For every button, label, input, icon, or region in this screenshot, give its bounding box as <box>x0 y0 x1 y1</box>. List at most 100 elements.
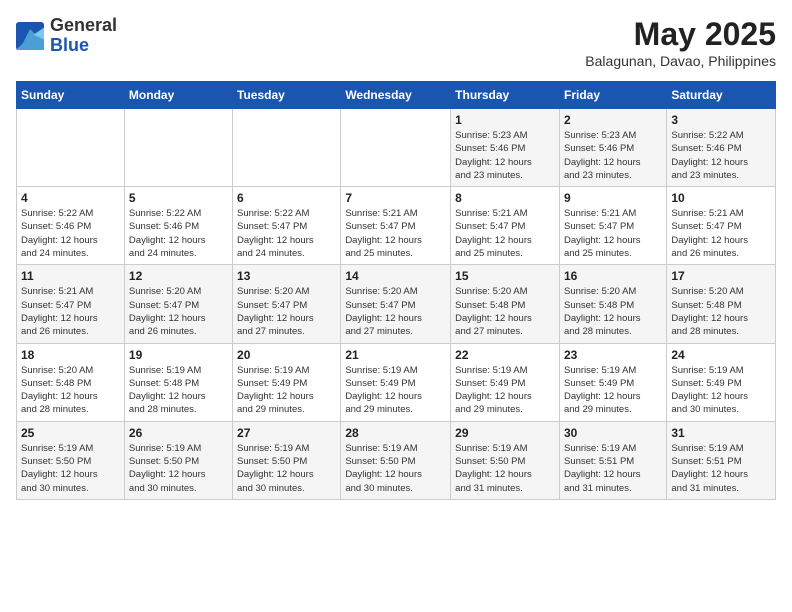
day-info: Sunrise: 5:22 AM Sunset: 5:46 PM Dayligh… <box>21 207 120 260</box>
day-number: 14 <box>345 269 446 283</box>
day-info: Sunrise: 5:19 AM Sunset: 5:50 PM Dayligh… <box>237 442 336 495</box>
calendar-cell: 17 Sunrise: 5:20 AM Sunset: 5:48 PM Dayli… <box>667 265 776 343</box>
day-info: Sunrise: 5:21 AM Sunset: 5:47 PM Dayligh… <box>455 207 555 260</box>
calendar-cell: 9 Sunrise: 5:21 AM Sunset: 5:47 PM Daylig… <box>559 187 666 265</box>
calendar-cell: 16Sunrise: 5:20 AM Sunset: 5:48 PM Dayli… <box>559 265 666 343</box>
day-number: 26 <box>129 426 228 440</box>
calendar-cell: 13Sunrise: 5:20 AM Sunset: 5:47 PM Dayli… <box>233 265 341 343</box>
day-number: 24 <box>671 348 771 362</box>
calendar-cell: 6 Sunrise: 5:22 AM Sunset: 5:47 PM Daylig… <box>233 187 341 265</box>
calendar-table: SundayMondayTuesdayWednesdayThursdayFrid… <box>16 81 776 500</box>
weekday-header-sunday: Sunday <box>17 82 125 109</box>
day-info: Sunrise: 5:21 AM Sunset: 5:47 PM Dayligh… <box>345 207 446 260</box>
location: Balagunan, Davao, Philippines <box>585 53 776 69</box>
week-row-2: 4 Sunrise: 5:22 AM Sunset: 5:46 PM Daylig… <box>17 187 776 265</box>
day-number: 6 <box>237 191 336 205</box>
day-info: Sunrise: 5:19 AM Sunset: 5:49 PM Dayligh… <box>345 364 446 417</box>
calendar-cell: 14 Sunrise: 5:20 AM Sunset: 5:47 PM Dayli… <box>341 265 451 343</box>
week-row-5: 25 Sunrise: 5:19 AM Sunset: 5:50 PM Dayli… <box>17 421 776 499</box>
weekday-header-wednesday: Wednesday <box>341 82 451 109</box>
logo-general: General <box>50 16 117 36</box>
day-info: Sunrise: 5:19 AM Sunset: 5:50 PM Dayligh… <box>129 442 228 495</box>
calendar-cell: 4 Sunrise: 5:22 AM Sunset: 5:46 PM Daylig… <box>17 187 125 265</box>
day-number: 15 <box>455 269 555 283</box>
calendar-cell: 18 Sunrise: 5:20 AM Sunset: 5:48 PM Dayli… <box>17 343 125 421</box>
calendar-cell: 23 Sunrise: 5:19 AM Sunset: 5:49 PM Dayli… <box>559 343 666 421</box>
day-info: Sunrise: 5:19 AM Sunset: 5:51 PM Dayligh… <box>671 442 771 495</box>
day-number: 5 <box>129 191 228 205</box>
day-number: 30 <box>564 426 662 440</box>
day-info: Sunrise: 5:20 AM Sunset: 5:47 PM Dayligh… <box>237 285 336 338</box>
calendar-cell <box>341 109 451 187</box>
calendar-cell: 26 Sunrise: 5:19 AM Sunset: 5:50 PM Dayli… <box>124 421 232 499</box>
day-info: Sunrise: 5:22 AM Sunset: 5:47 PM Dayligh… <box>237 207 336 260</box>
logo-text: General Blue <box>50 16 117 56</box>
day-number: 2 <box>564 113 662 127</box>
day-number: 28 <box>345 426 446 440</box>
day-number: 11 <box>21 269 120 283</box>
weekday-header-friday: Friday <box>559 82 666 109</box>
day-number: 9 <box>564 191 662 205</box>
calendar-cell: 30 Sunrise: 5:19 AM Sunset: 5:51 PM Dayli… <box>559 421 666 499</box>
day-number: 22 <box>455 348 555 362</box>
day-info: Sunrise: 5:19 AM Sunset: 5:49 PM Dayligh… <box>671 364 771 417</box>
calendar-cell: 12 Sunrise: 5:20 AM Sunset: 5:47 PM Dayli… <box>124 265 232 343</box>
calendar-cell: 20Sunrise: 5:19 AM Sunset: 5:49 PM Dayli… <box>233 343 341 421</box>
day-info: Sunrise: 5:21 AM Sunset: 5:47 PM Dayligh… <box>564 207 662 260</box>
day-number: 1 <box>455 113 555 127</box>
calendar-cell <box>17 109 125 187</box>
weekday-header-saturday: Saturday <box>667 82 776 109</box>
calendar-cell: 11Sunrise: 5:21 AM Sunset: 5:47 PM Dayli… <box>17 265 125 343</box>
day-number: 17 <box>671 269 771 283</box>
day-number: 29 <box>455 426 555 440</box>
day-info: Sunrise: 5:19 AM Sunset: 5:50 PM Dayligh… <box>345 442 446 495</box>
calendar-cell: 2 Sunrise: 5:23 AM Sunset: 5:46 PM Daylig… <box>559 109 666 187</box>
week-row-3: 11Sunrise: 5:21 AM Sunset: 5:47 PM Dayli… <box>17 265 776 343</box>
day-info: Sunrise: 5:22 AM Sunset: 5:46 PM Dayligh… <box>129 207 228 260</box>
logo: General Blue <box>16 16 117 56</box>
day-number: 21 <box>345 348 446 362</box>
page-header: General Blue May 2025 Balagunan, Davao, … <box>16 16 776 69</box>
day-info: Sunrise: 5:22 AM Sunset: 5:46 PM Dayligh… <box>671 129 771 182</box>
day-number: 31 <box>671 426 771 440</box>
day-info: Sunrise: 5:20 AM Sunset: 5:48 PM Dayligh… <box>21 364 120 417</box>
week-row-1: 1 Sunrise: 5:23 AM Sunset: 5:46 PM Daylig… <box>17 109 776 187</box>
day-number: 19 <box>129 348 228 362</box>
day-info: Sunrise: 5:23 AM Sunset: 5:46 PM Dayligh… <box>564 129 662 182</box>
calendar-cell: 31 Sunrise: 5:19 AM Sunset: 5:51 PM Dayli… <box>667 421 776 499</box>
day-info: Sunrise: 5:19 AM Sunset: 5:49 PM Dayligh… <box>564 364 662 417</box>
day-info: Sunrise: 5:21 AM Sunset: 5:47 PM Dayligh… <box>671 207 771 260</box>
calendar-cell: 28 Sunrise: 5:19 AM Sunset: 5:50 PM Dayli… <box>341 421 451 499</box>
day-number: 27 <box>237 426 336 440</box>
calendar-cell: 29 Sunrise: 5:19 AM Sunset: 5:50 PM Dayli… <box>451 421 560 499</box>
weekday-header-thursday: Thursday <box>451 82 560 109</box>
calendar-cell: 10 Sunrise: 5:21 AM Sunset: 5:47 PM Dayli… <box>667 187 776 265</box>
day-number: 4 <box>21 191 120 205</box>
calendar-cell <box>124 109 232 187</box>
calendar-cell: 8 Sunrise: 5:21 AM Sunset: 5:47 PM Daylig… <box>451 187 560 265</box>
title-block: May 2025 Balagunan, Davao, Philippines <box>585 16 776 69</box>
day-number: 25 <box>21 426 120 440</box>
day-number: 10 <box>671 191 771 205</box>
month-title: May 2025 <box>585 16 776 53</box>
day-info: Sunrise: 5:19 AM Sunset: 5:51 PM Dayligh… <box>564 442 662 495</box>
calendar-cell <box>233 109 341 187</box>
day-number: 7 <box>345 191 446 205</box>
day-number: 23 <box>564 348 662 362</box>
day-info: Sunrise: 5:20 AM Sunset: 5:47 PM Dayligh… <box>345 285 446 338</box>
day-number: 18 <box>21 348 120 362</box>
day-info: Sunrise: 5:23 AM Sunset: 5:46 PM Dayligh… <box>455 129 555 182</box>
day-info: Sunrise: 5:19 AM Sunset: 5:50 PM Dayligh… <box>455 442 555 495</box>
calendar-cell: 15 Sunrise: 5:20 AM Sunset: 5:48 PM Dayli… <box>451 265 560 343</box>
day-info: Sunrise: 5:20 AM Sunset: 5:48 PM Dayligh… <box>671 285 771 338</box>
calendar-cell: 19Sunrise: 5:19 AM Sunset: 5:48 PM Dayli… <box>124 343 232 421</box>
day-info: Sunrise: 5:20 AM Sunset: 5:48 PM Dayligh… <box>455 285 555 338</box>
calendar-cell: 1 Sunrise: 5:23 AM Sunset: 5:46 PM Daylig… <box>451 109 560 187</box>
weekday-header-row: SundayMondayTuesdayWednesdayThursdayFrid… <box>17 82 776 109</box>
day-number: 12 <box>129 269 228 283</box>
day-info: Sunrise: 5:20 AM Sunset: 5:47 PM Dayligh… <box>129 285 228 338</box>
calendar-cell: 21 Sunrise: 5:19 AM Sunset: 5:49 PM Dayli… <box>341 343 451 421</box>
day-number: 8 <box>455 191 555 205</box>
calendar-cell: 24 Sunrise: 5:19 AM Sunset: 5:49 PM Dayli… <box>667 343 776 421</box>
logo-icon <box>16 22 44 50</box>
